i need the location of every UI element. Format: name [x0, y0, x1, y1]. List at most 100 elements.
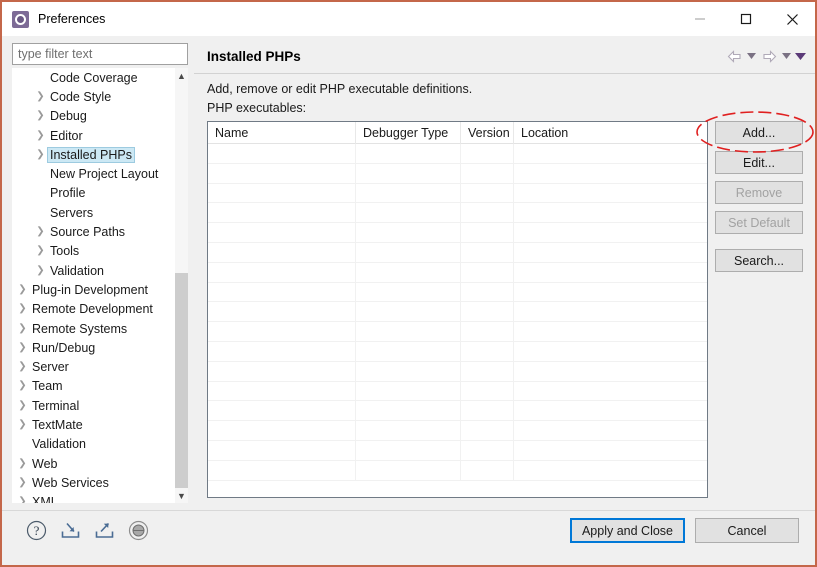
- chevron-right-icon[interactable]: ❯: [16, 362, 29, 372]
- cancel-button[interactable]: Cancel: [695, 518, 799, 543]
- minimize-button[interactable]: [677, 2, 723, 36]
- table-cell: [208, 262, 356, 283]
- scrollbar-thumb[interactable]: [175, 273, 188, 488]
- export-icon[interactable]: [92, 518, 116, 542]
- panel-description: Add, remove or edit PHP executable defin…: [207, 82, 473, 96]
- column-header-location[interactable]: Location: [514, 122, 707, 144]
- column-header-version[interactable]: Version: [461, 122, 514, 144]
- chevron-right-icon[interactable]: ❯: [34, 91, 47, 102]
- chevron-right-icon[interactable]: ❯: [16, 419, 29, 430]
- caret-down-icon[interactable]: [780, 46, 793, 66]
- chevron-right-icon[interactable]: ❯: [34, 246, 47, 256]
- apply-and-close-button[interactable]: Apply and Close: [569, 518, 685, 543]
- sidebar-item-remote-systems[interactable]: ❯ Remote Systems: [12, 319, 175, 338]
- table-row[interactable]: [208, 223, 707, 243]
- table-action-buttons: Add... Edit... Remove Set Default Search...: [715, 121, 803, 272]
- chevron-right-icon[interactable]: ❯: [16, 497, 29, 503]
- search-input[interactable]: [12, 43, 188, 65]
- sidebar-item-source-paths[interactable]: ❯ Source Paths: [12, 222, 175, 241]
- tree-scrollbar[interactable]: ▲ ▼: [175, 68, 188, 503]
- import-icon[interactable]: [58, 518, 82, 542]
- sidebar-item-remote-development[interactable]: ❯ Remote Development: [12, 300, 175, 319]
- sidebar-item-tools[interactable]: ❯ Tools: [12, 242, 175, 261]
- table-row[interactable]: [208, 282, 707, 303]
- chevron-right-icon[interactable]: ❯: [16, 284, 29, 295]
- chevron-right-icon[interactable]: ❯: [34, 130, 47, 141]
- chevron-right-icon[interactable]: ❯: [16, 342, 29, 353]
- php-executables-table[interactable]: Name Debugger Type Version Location: [207, 121, 708, 498]
- chevron-right-icon[interactable]: ❯: [34, 227, 47, 237]
- table-row[interactable]: [208, 421, 707, 441]
- sidebar-item-validation[interactable]: ❯ Validation: [12, 261, 175, 280]
- table-cell: [208, 361, 356, 382]
- close-button[interactable]: [769, 2, 815, 36]
- help-icon[interactable]: ?: [24, 518, 48, 542]
- restore-defaults-icon[interactable]: [126, 518, 150, 542]
- sidebar-item-profile[interactable]: Profile: [12, 184, 175, 203]
- edit-button[interactable]: Edit...: [715, 151, 803, 174]
- table-row[interactable]: [208, 341, 707, 362]
- preferences-gear-icon: [12, 10, 29, 28]
- sidebar-item-xml[interactable]: ❯ XML: [12, 493, 175, 503]
- tree-item-list: Code Coverage ❯ Code Style ❯ Debug ❯ Editor ❯ In…: [12, 68, 175, 503]
- table-cell: [461, 242, 514, 263]
- table-row[interactable]: [208, 401, 707, 422]
- sidebar-item-terminal[interactable]: ❯ Terminal: [12, 396, 175, 415]
- chevron-right-icon[interactable]: ❯: [34, 111, 47, 121]
- sidebar-item-code-coverage[interactable]: Code Coverage: [12, 68, 175, 87]
- chevron-right-icon[interactable]: ❯: [16, 458, 29, 469]
- column-header-debugger-type[interactable]: Debugger Type: [356, 122, 461, 144]
- table-row[interactable]: [208, 203, 707, 224]
- table-row[interactable]: [208, 242, 707, 263]
- sidebar-item-label: Validation: [32, 437, 86, 452]
- arrow-right-icon[interactable]: [759, 46, 779, 66]
- table-cell: [208, 183, 356, 204]
- table-row[interactable]: [208, 361, 707, 382]
- table-row[interactable]: [208, 163, 707, 184]
- table-row[interactable]: [208, 144, 707, 164]
- chevron-right-icon[interactable]: ❯: [34, 149, 47, 160]
- search-button[interactable]: Search...: [715, 249, 803, 272]
- sidebar-item-installed-phps[interactable]: ❯ Installed PHPs: [12, 145, 175, 164]
- chevron-right-icon[interactable]: ❯: [16, 477, 29, 488]
- scroll-down-icon[interactable]: ▼: [175, 488, 188, 503]
- chevron-right-icon[interactable]: ❯: [16, 323, 29, 334]
- caret-down-filled-icon[interactable]: [794, 46, 807, 66]
- table-cell: [461, 322, 514, 342]
- table-row[interactable]: [208, 322, 707, 342]
- table-row[interactable]: [208, 262, 707, 283]
- add-button[interactable]: Add...: [715, 121, 803, 144]
- sidebar-item-label: TextMate: [32, 417, 83, 432]
- sidebar-item-server[interactable]: ❯ Server: [12, 357, 175, 376]
- sidebar-item-web-services[interactable]: ❯ Web Services: [12, 473, 175, 492]
- sidebar-item-servers[interactable]: Servers: [12, 203, 175, 222]
- sidebar-item-plug-in-development[interactable]: ❯ Plug-in Development: [12, 280, 175, 299]
- sidebar-item-run-debug[interactable]: ❯ Run/Debug: [12, 338, 175, 357]
- column-header-name[interactable]: Name: [208, 122, 356, 144]
- table-cell: [514, 184, 707, 204]
- sidebar-item-new-project-layout[interactable]: New Project Layout: [12, 164, 175, 183]
- chevron-right-icon[interactable]: ❯: [34, 265, 47, 276]
- maximize-button[interactable]: [723, 2, 769, 36]
- sidebar-item-textmate[interactable]: ❯ TextMate: [12, 415, 175, 434]
- table-row[interactable]: [208, 302, 707, 323]
- sidebar-item-debug[interactable]: ❯ Debug: [12, 107, 175, 126]
- table-row[interactable]: [208, 440, 707, 461]
- sidebar-item-team[interactable]: ❯ Team: [12, 377, 175, 396]
- caret-down-icon[interactable]: [745, 46, 758, 66]
- arrow-left-icon[interactable]: [724, 46, 744, 66]
- sidebar-item-web[interactable]: ❯ Web: [12, 454, 175, 473]
- sidebar-item-editor[interactable]: ❯ Editor: [12, 126, 175, 145]
- sidebar-item-code-style[interactable]: ❯ Code Style: [12, 87, 175, 106]
- sidebar-item-validation[interactable]: Validation: [12, 435, 175, 454]
- table-cell: [356, 262, 461, 283]
- chevron-right-icon[interactable]: ❯: [16, 304, 29, 314]
- chevron-right-icon[interactable]: ❯: [16, 400, 29, 411]
- scroll-up-icon[interactable]: ▲: [175, 68, 188, 83]
- table-cell: [356, 381, 461, 402]
- chevron-right-icon[interactable]: ❯: [16, 381, 29, 391]
- table-row[interactable]: [208, 381, 707, 402]
- table-row[interactable]: [208, 183, 707, 204]
- main-panel: Installed PHPs Add, remove or edit PHP e…: [194, 40, 815, 506]
- table-row[interactable]: [208, 460, 707, 481]
